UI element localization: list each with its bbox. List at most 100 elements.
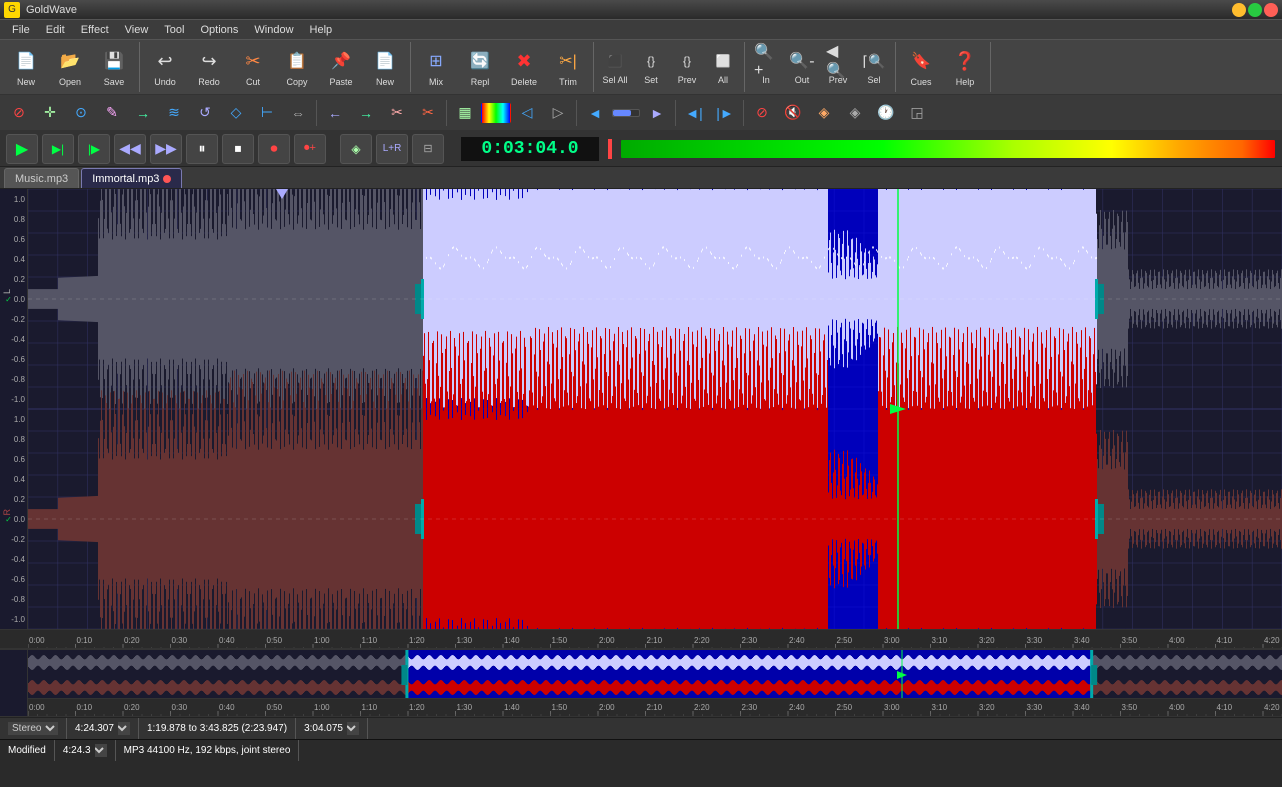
spectrum-button[interactable] bbox=[481, 103, 511, 123]
forward-button[interactable]: ▶▶ bbox=[150, 134, 182, 164]
position-dropdown[interactable] bbox=[347, 722, 359, 735]
redo-icon: ↪ bbox=[195, 47, 223, 75]
clock-button[interactable]: 🕐 bbox=[871, 98, 901, 128]
timeline-canvas bbox=[28, 630, 1282, 649]
arrow-left2-button[interactable]: ← bbox=[320, 98, 350, 128]
repl-button[interactable]: 🔄 Repl bbox=[458, 43, 502, 91]
cut-button[interactable]: ✂ Cut bbox=[231, 43, 275, 91]
pause-button[interactable]: ⏸ bbox=[186, 134, 218, 164]
overview-canvas[interactable] bbox=[28, 650, 1282, 700]
trim-button[interactable]: ✂| Trim bbox=[546, 43, 590, 91]
cut2-button[interactable]: ✂ bbox=[413, 98, 443, 128]
status-mode: Stereo bbox=[0, 718, 67, 739]
menu-tool[interactable]: Tool bbox=[156, 22, 192, 38]
undo-button[interactable]: ↩ Undo bbox=[143, 43, 187, 91]
record-button[interactable]: ⏺ bbox=[258, 134, 290, 164]
arrow-right2-button[interactable]: → bbox=[351, 98, 381, 128]
menu-help[interactable]: Help bbox=[302, 22, 341, 38]
split-button[interactable]: ⇔ bbox=[283, 98, 313, 128]
zoom-out-button[interactable]: 🔍- Out bbox=[784, 43, 820, 91]
waveform-container[interactable]: 1.00.80.60.40.2 ✓0.0 -0.2-0.4-0.6-0.8-1.… bbox=[0, 189, 1282, 629]
close-button[interactable] bbox=[1264, 3, 1278, 17]
mix-button[interactable]: ⊞ Mix bbox=[414, 43, 458, 91]
cues-button[interactable]: 🔖 Cues bbox=[899, 43, 943, 91]
loop-button[interactable]: ↺ bbox=[190, 98, 220, 128]
loop-toggle[interactable]: ◈ bbox=[340, 134, 372, 164]
move-tool-button[interactable]: ✛ bbox=[35, 98, 65, 128]
wave-button[interactable]: ≋ bbox=[159, 98, 189, 128]
right-channel-button[interactable]: |► bbox=[710, 98, 740, 128]
file-tools: 📄 New 📂 Open 💾 Save bbox=[4, 42, 140, 92]
stop2-button[interactable]: ⊘ bbox=[747, 98, 777, 128]
record-more-button[interactable]: ⏺+ bbox=[294, 134, 326, 164]
menu-effect[interactable]: Effect bbox=[73, 22, 117, 38]
open-icon: 📂 bbox=[56, 47, 84, 75]
cursor-right-button[interactable]: ▷ bbox=[543, 98, 573, 128]
diamond-button[interactable]: ◇ bbox=[221, 98, 251, 128]
mode-dropdown[interactable]: Stereo bbox=[8, 722, 58, 735]
menu-edit[interactable]: Edit bbox=[38, 22, 73, 38]
volume-bar-button[interactable] bbox=[611, 98, 641, 128]
menu-window[interactable]: Window bbox=[246, 22, 301, 38]
zoom-fit-button[interactable]: ⊟ bbox=[412, 134, 444, 164]
status-file-state: Modified bbox=[0, 740, 55, 761]
mix-icon: ⊞ bbox=[422, 47, 450, 75]
zoom-in-button[interactable]: 🔍+ In bbox=[748, 43, 784, 91]
channel-select[interactable]: L+R bbox=[376, 134, 408, 164]
volume-left-button[interactable]: ◄ bbox=[580, 98, 610, 128]
redo-button[interactable]: ↪ Redo bbox=[187, 43, 231, 91]
play-selection-button[interactable]: ▶| bbox=[42, 134, 74, 164]
color-button[interactable]: ▦ bbox=[450, 98, 480, 128]
pencil-tool-button[interactable]: ✎ bbox=[97, 98, 127, 128]
maximize-button[interactable] bbox=[1248, 3, 1262, 17]
minimize-button[interactable] bbox=[1232, 3, 1246, 17]
zoom-prev-button[interactable]: ◀🔍 Prev bbox=[820, 43, 856, 91]
status-position: 3:04.075 bbox=[296, 718, 368, 739]
save-button[interactable]: 💾 Save bbox=[92, 43, 136, 91]
copy-button[interactable]: 📋 Copy bbox=[275, 43, 319, 91]
all-button[interactable]: ⬜ All bbox=[705, 43, 741, 91]
duration2-dropdown[interactable] bbox=[95, 744, 107, 757]
help-button[interactable]: ❓ Help bbox=[943, 43, 987, 91]
new2-button[interactable]: 📄 New bbox=[363, 43, 407, 91]
menu-options[interactable]: Options bbox=[192, 22, 246, 38]
open-button[interactable]: 📂 Open bbox=[48, 43, 92, 91]
tab-music[interactable]: Music.mp3 bbox=[4, 168, 79, 188]
zoom-sel-button[interactable]: ⌈🔍 Sel bbox=[856, 43, 892, 91]
new-button[interactable]: 📄 New bbox=[4, 43, 48, 91]
delete-button[interactable]: ✖ Delete bbox=[502, 43, 546, 91]
arrow-right-button[interactable]: → bbox=[128, 98, 158, 128]
menu-file[interactable]: File bbox=[4, 22, 38, 38]
stereo-button[interactable]: ◈ bbox=[840, 98, 870, 128]
set-button[interactable]: {} Set bbox=[633, 43, 669, 91]
play-from-button[interactable]: |▶ bbox=[78, 134, 110, 164]
volume-right-button[interactable]: ► bbox=[642, 98, 672, 128]
play-button[interactable]: ▶ bbox=[6, 134, 38, 164]
status-file-duration2: 4:24.3 bbox=[55, 740, 116, 761]
duration-dropdown[interactable] bbox=[118, 722, 130, 735]
new2-icon: 📄 bbox=[371, 47, 399, 75]
mute-button[interactable]: 🔇 bbox=[778, 98, 808, 128]
cursor-left-button[interactable]: ◁ bbox=[512, 98, 542, 128]
main-toolbar: 📄 New 📂 Open 💾 Save ↩ Undo ↪ Redo ✂ Cut … bbox=[0, 40, 1282, 95]
stop-button[interactable]: ⏹ bbox=[222, 134, 254, 164]
prev-button[interactable]: {} Prev bbox=[669, 43, 705, 91]
undo-icon: ↩ bbox=[151, 47, 179, 75]
mono-button[interactable]: ◈ bbox=[809, 98, 839, 128]
waveform-canvas[interactable] bbox=[28, 189, 1282, 629]
window-controls bbox=[1232, 3, 1278, 17]
left-channel-button[interactable]: ◄| bbox=[679, 98, 709, 128]
selall-button[interactable]: ⬛ Sel All bbox=[597, 43, 633, 91]
zoom-tool-button[interactable]: ⊙ bbox=[66, 98, 96, 128]
help-icon: ❓ bbox=[951, 47, 979, 75]
menu-view[interactable]: View bbox=[117, 22, 157, 38]
bookmark-button[interactable]: ◲ bbox=[902, 98, 932, 128]
rewind-button[interactable]: ◀◀ bbox=[114, 134, 146, 164]
paste-button[interactable]: 📌 Paste bbox=[319, 43, 363, 91]
tab-immortal[interactable]: Immortal.mp3 bbox=[81, 168, 182, 188]
save-icon: 💾 bbox=[100, 47, 128, 75]
markers-button[interactable]: ⊢ bbox=[252, 98, 282, 128]
scissors2-button[interactable]: ✂ bbox=[382, 98, 412, 128]
stop-effect-button[interactable]: ⊘ bbox=[4, 98, 34, 128]
overview-section[interactable] bbox=[0, 649, 1282, 717]
